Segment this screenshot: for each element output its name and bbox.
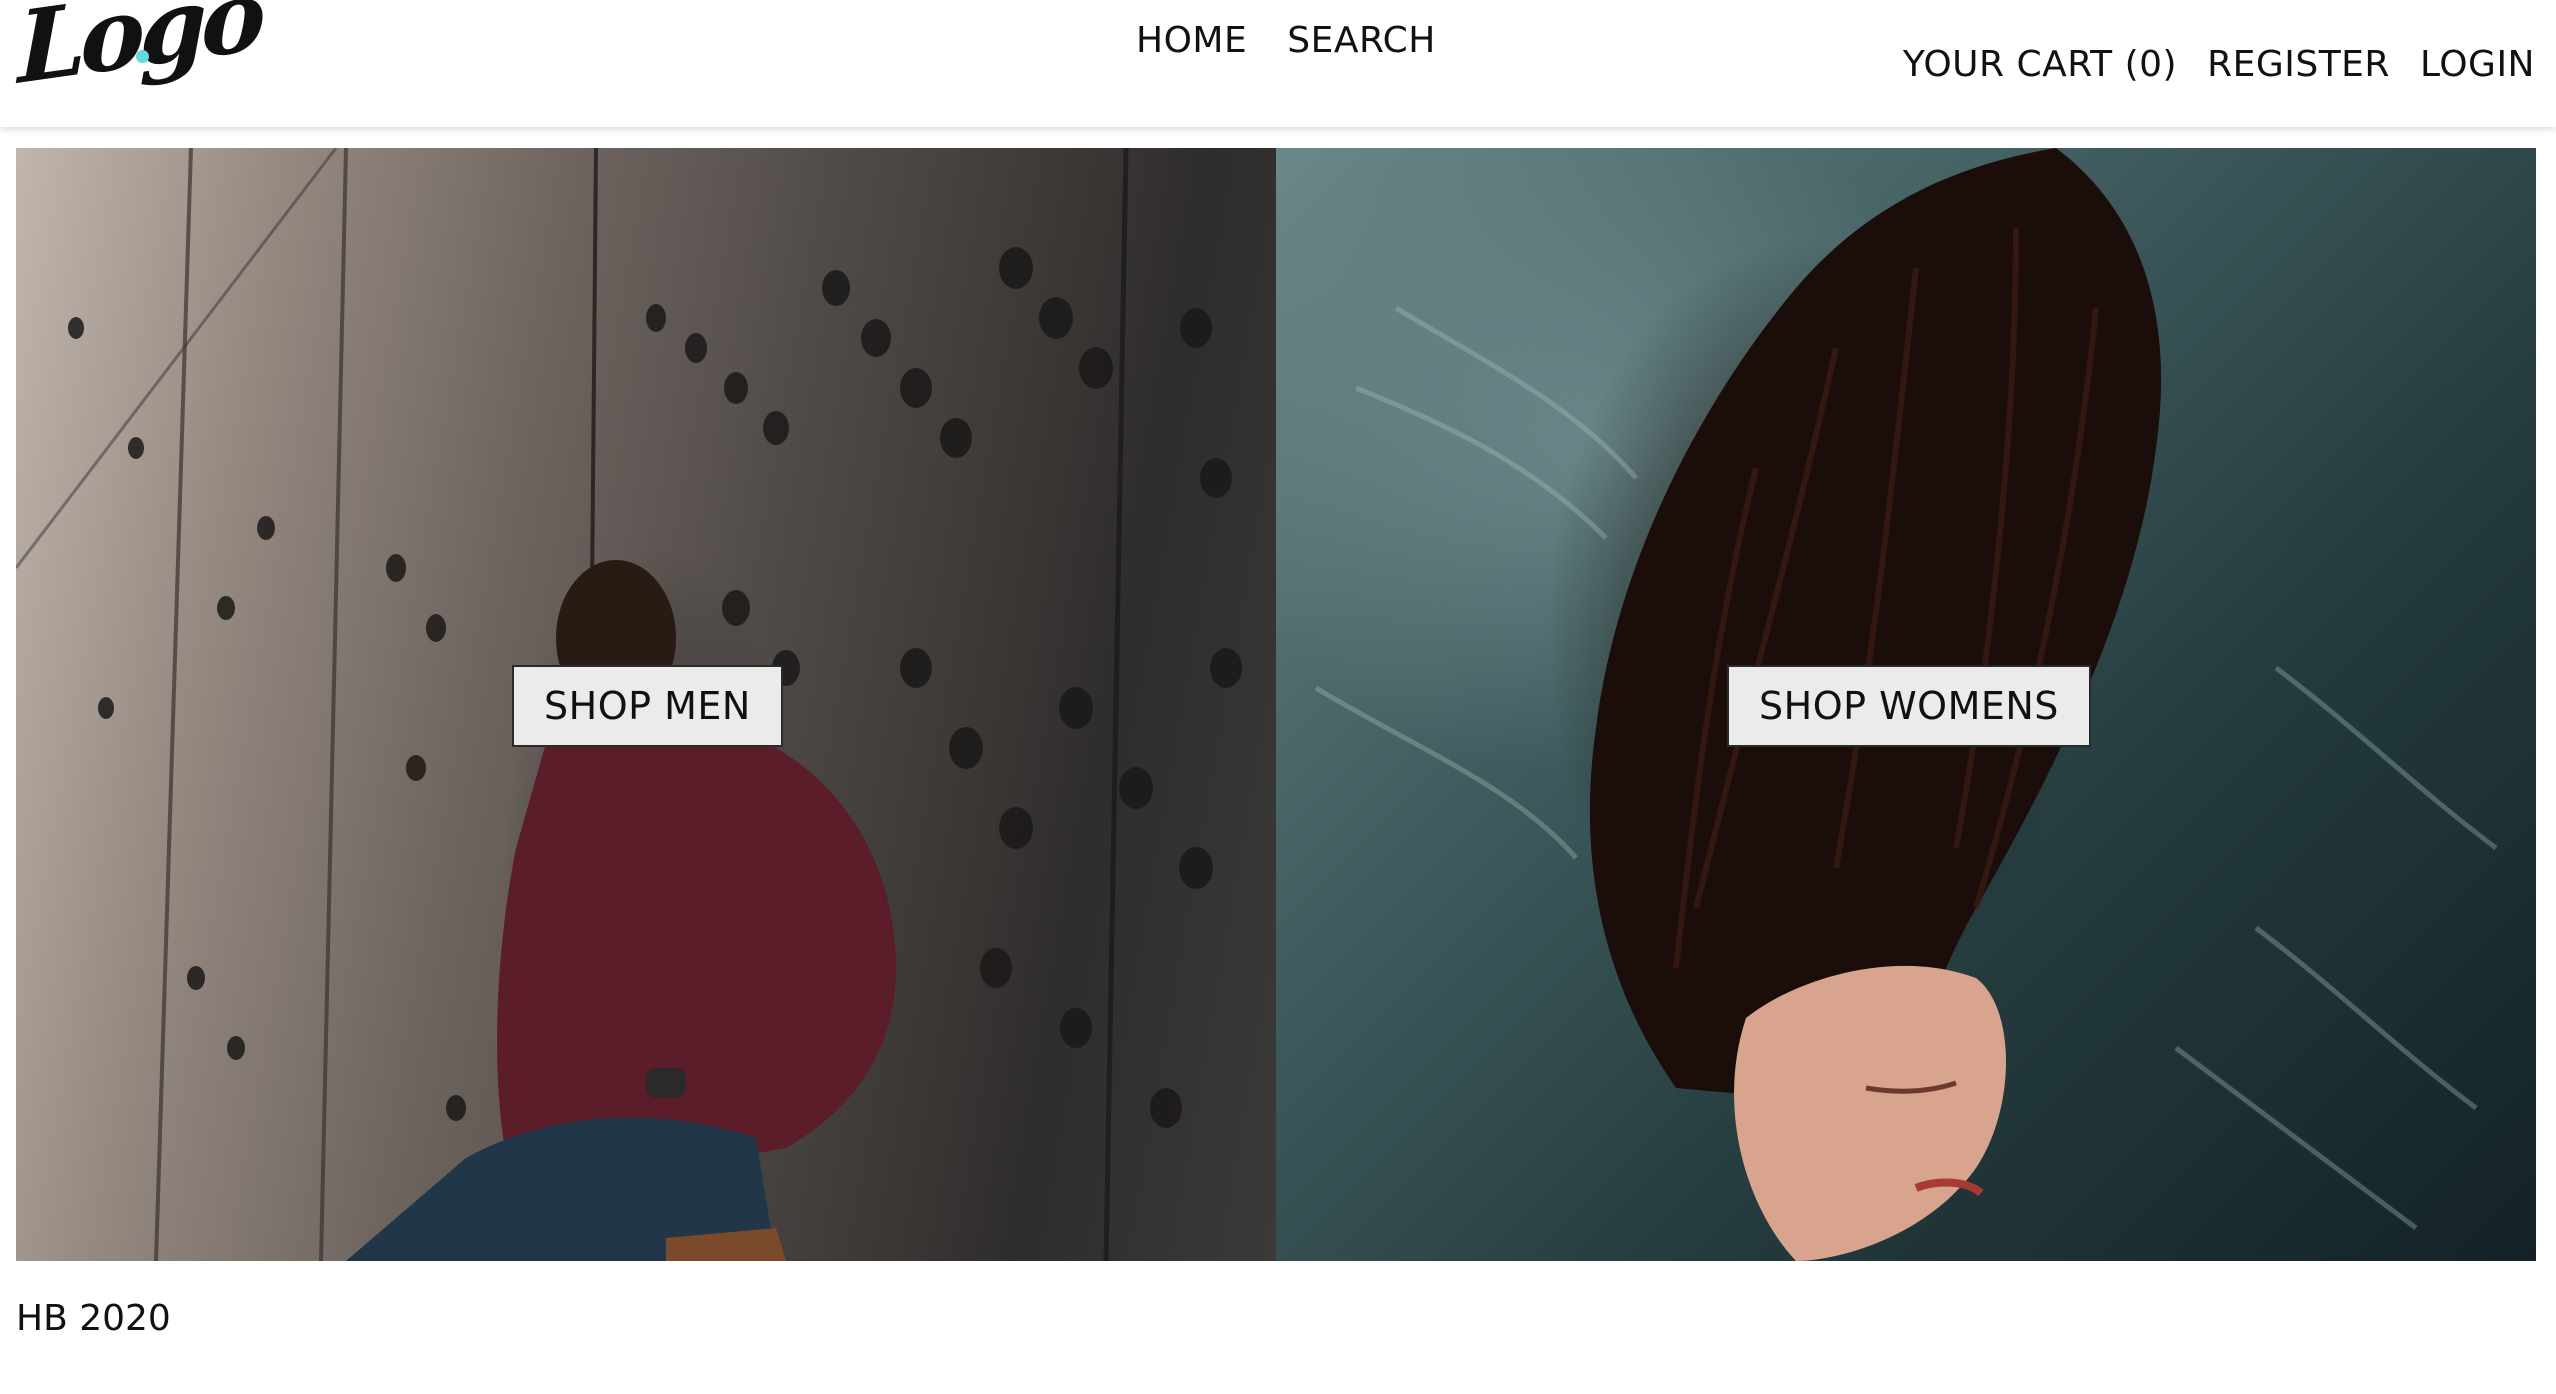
cart-link[interactable]: YOUR CART (0) [1903,42,2177,88]
women-hero-panel[interactable]: SHOP WOMENS [1276,148,2536,1261]
nav-home-link[interactable]: HOME [1136,18,1247,64]
footer-copyright: HB 2020 [16,1298,171,1339]
logo-dot-icon [136,50,149,63]
login-link[interactable]: LOGIN [2420,42,2535,88]
logo[interactable]: Logo [18,0,260,107]
site-header: Logo HOME SEARCH YOUR CART (0) REGISTER … [0,0,2556,127]
men-hero-panel[interactable]: SHOP MEN [16,148,1276,1261]
nav-search-link[interactable]: SEARCH [1287,18,1436,64]
register-link[interactable]: REGISTER [2207,42,2390,88]
main-nav: HOME SEARCH [1136,18,1436,64]
hero-section: SHOP MEN SHOP WOMENS [16,148,2536,1261]
shop-men-button[interactable]: SHOP MEN [512,665,783,747]
account-nav: YOUR CART (0) REGISTER LOGIN [1903,42,2535,88]
shop-womens-button[interactable]: SHOP WOMENS [1727,665,2091,747]
